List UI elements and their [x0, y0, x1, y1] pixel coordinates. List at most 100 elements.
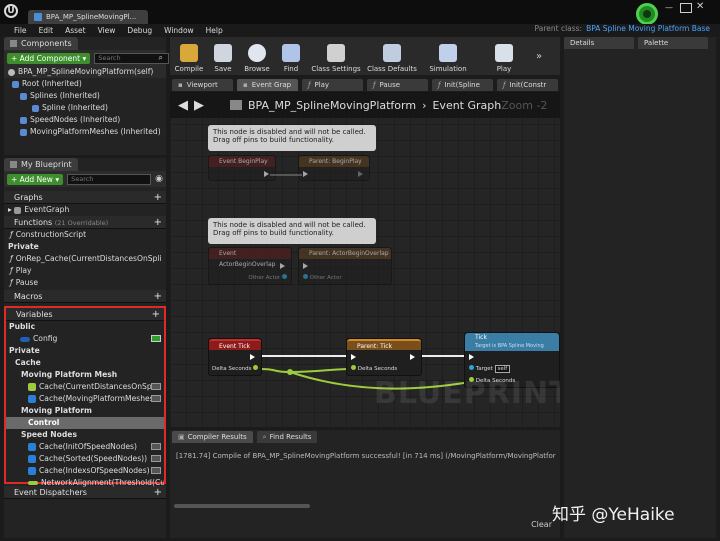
- simulation-button[interactable]: Simulation: [420, 37, 476, 75]
- eye-toggle-icon[interactable]: [151, 467, 161, 474]
- reroute-knot[interactable]: [287, 369, 293, 375]
- title-bar: U BPA_MP_SplineMovingPl... — ✕: [0, 0, 720, 25]
- asset-tab[interactable]: BPA_MP_SplineMovingPl...: [28, 10, 148, 24]
- graph-tab-viewport[interactable]: ▪ Viewport: [172, 78, 233, 91]
- variables-header[interactable]: Variables +: [6, 308, 164, 321]
- eye-toggle-icon[interactable]: [151, 395, 161, 402]
- cache-category[interactable]: Cache: [6, 357, 164, 369]
- eye-toggle-icon[interactable]: [151, 335, 161, 342]
- cache-variable[interactable]: Cache(IndexsOfSpeedNodes): [6, 465, 164, 477]
- event-tick-node[interactable]: Event Tick Delta Seconds: [208, 338, 262, 376]
- tab-details[interactable]: Details: [564, 37, 634, 49]
- menu-edit[interactable]: Edit: [33, 26, 60, 35]
- control-category[interactable]: Control: [6, 417, 164, 429]
- components-search-input[interactable]: Search: [94, 52, 169, 64]
- function-icon: ƒ: [10, 266, 13, 275]
- function-item[interactable]: ƒ Pause: [4, 277, 166, 289]
- play-button[interactable]: Play: [476, 37, 532, 75]
- event-graph-item[interactable]: ▸ EventGraph: [4, 204, 166, 216]
- class-settings-button[interactable]: Class Settings: [308, 37, 364, 75]
- compile-results-icon: ▣: [178, 433, 185, 441]
- bottom-tab-compiler-results[interactable]: ▣ Compiler Results: [172, 431, 253, 443]
- find-button[interactable]: Find: [274, 37, 308, 75]
- eye-icon[interactable]: ◉: [155, 174, 163, 184]
- more-toolbar-icon[interactable]: »: [536, 51, 542, 62]
- network-alignment-variable[interactable]: NetworkAlignment(Threshold(Curr: [6, 477, 164, 489]
- add-function-icon[interactable]: +: [154, 216, 162, 229]
- blueprint-search-input[interactable]: Search: [67, 173, 152, 185]
- node-title: Tick: [475, 334, 487, 341]
- private-category[interactable]: Private: [6, 345, 164, 357]
- component-movingplatformmeshes-inherited[interactable]: MovingPlatformMeshes (Inherited): [4, 126, 166, 138]
- menu-window[interactable]: Window: [158, 26, 200, 35]
- exec-out-pin[interactable]: [250, 354, 255, 360]
- graph-tab-init-spline[interactable]: ƒ Init(Spline: [432, 78, 493, 91]
- speed-nodes-category[interactable]: Speed Nodes: [6, 429, 164, 441]
- add-macro-icon[interactable]: +: [154, 290, 162, 303]
- target-pin[interactable]: [469, 365, 474, 370]
- moving-platform-category[interactable]: Moving Platform: [6, 405, 164, 417]
- close-button[interactable]: ✕: [696, 1, 712, 13]
- eye-toggle-icon[interactable]: [151, 455, 161, 462]
- parent-tick-node[interactable]: Parent: Tick Delta Seconds: [346, 338, 422, 376]
- component-root-inherited[interactable]: Root (Inherited): [4, 78, 166, 90]
- cache-variable[interactable]: Cache(MovingPlatformMeshes: [6, 393, 164, 405]
- variables-section: Variables + Public Config Private Cache M…: [4, 306, 166, 487]
- component-speednodes-inherited[interactable]: SpeedNodes (Inherited): [4, 114, 166, 126]
- ue-badge-icon[interactable]: [636, 3, 658, 25]
- graph-tab-play[interactable]: ƒ Play: [302, 78, 363, 91]
- save-button[interactable]: Save: [206, 37, 240, 75]
- parent-class-link[interactable]: BPA Spline Moving Platform Base: [586, 24, 710, 33]
- cache-variable[interactable]: Cache(Sorted(SpeedNodes)): [6, 453, 164, 465]
- tab-palette[interactable]: Palette: [638, 37, 708, 49]
- class-defaults-button[interactable]: Class Defaults: [364, 37, 420, 75]
- graphs-header[interactable]: Graphs +: [4, 191, 166, 204]
- bottom-scrollbar[interactable]: [174, 504, 310, 508]
- blueprint-watermark: BLUEPRINT: [374, 376, 560, 411]
- function-item[interactable]: ƒ OnRep_Cache(CurrentDistancesOnSpli: [4, 253, 166, 265]
- function-item[interactable]: ƒ Play: [4, 265, 166, 277]
- exec-in-pin[interactable]: [469, 354, 474, 360]
- my-blueprint-tab[interactable]: My Blueprint: [4, 158, 78, 171]
- compiler-message: [1781.74] Compile of BPA_MP_SplineMoving…: [176, 452, 556, 460]
- functions-header[interactable]: Functions (21 Overridable) +: [4, 216, 166, 229]
- config-variable[interactable]: Config: [6, 333, 164, 345]
- macros-header[interactable]: Macros +: [4, 290, 166, 303]
- graph-tab-event-grap[interactable]: ▪ Event Grap: [237, 78, 298, 91]
- eye-toggle-icon[interactable]: [151, 383, 161, 390]
- exec-in-pin[interactable]: [351, 354, 356, 360]
- compile-button[interactable]: Compile: [172, 37, 206, 75]
- component-spline-inherited[interactable]: Spline (Inherited): [4, 102, 166, 114]
- graph-canvas[interactable]: ◀ ▶ BPA_MP_SplineMovingPlatform › Event …: [170, 92, 560, 427]
- maximize-button[interactable]: [680, 3, 692, 13]
- root-component[interactable]: BPA_MP_SplineMovingPlatform(self): [4, 66, 166, 78]
- components-tab[interactable]: Components: [4, 37, 78, 50]
- cache-variable[interactable]: Cache(InitOfSpeedNodes): [6, 441, 164, 453]
- menu-debug[interactable]: Debug: [121, 26, 158, 35]
- public-category[interactable]: Public: [6, 321, 164, 333]
- eye-toggle-icon[interactable]: [151, 443, 161, 450]
- float-pin[interactable]: [351, 365, 356, 370]
- construction-script-item[interactable]: ƒ ConstructionScript: [4, 229, 166, 241]
- minimize-button[interactable]: —: [665, 3, 677, 13]
- moving-platform-mesh-category[interactable]: Moving Platform Mesh: [6, 369, 164, 381]
- browse-button[interactable]: Browse: [240, 37, 274, 75]
- exec-out-pin[interactable]: [410, 354, 415, 360]
- graph-tab-init-constr[interactable]: ƒ Init(Constr: [497, 78, 558, 91]
- graph-tab-pause[interactable]: ƒ Pause: [367, 78, 428, 91]
- component-splines-inherited[interactable]: Splines (Inherited): [4, 90, 166, 102]
- add-new-button[interactable]: + Add New ▾: [7, 173, 64, 185]
- menu-file[interactable]: File: [8, 26, 33, 35]
- menu-view[interactable]: View: [92, 26, 122, 35]
- cache-variable[interactable]: Cache(CurrentDistancesOnSpli: [6, 381, 164, 393]
- add-graph-icon[interactable]: +: [154, 191, 162, 204]
- menu-asset[interactable]: Asset: [59, 26, 92, 35]
- functions-private-category[interactable]: Private: [4, 241, 166, 253]
- menu-help[interactable]: Help: [200, 26, 229, 35]
- add-component-button[interactable]: + Add Component ▾: [7, 52, 91, 64]
- add-variable-icon[interactable]: +: [152, 308, 160, 321]
- clear-button[interactable]: Clear: [531, 520, 552, 529]
- float-pin[interactable]: [253, 365, 259, 370]
- bottom-tab-find-results[interactable]: ⌕ Find Results: [256, 431, 318, 443]
- struct-var-icon: [20, 336, 30, 342]
